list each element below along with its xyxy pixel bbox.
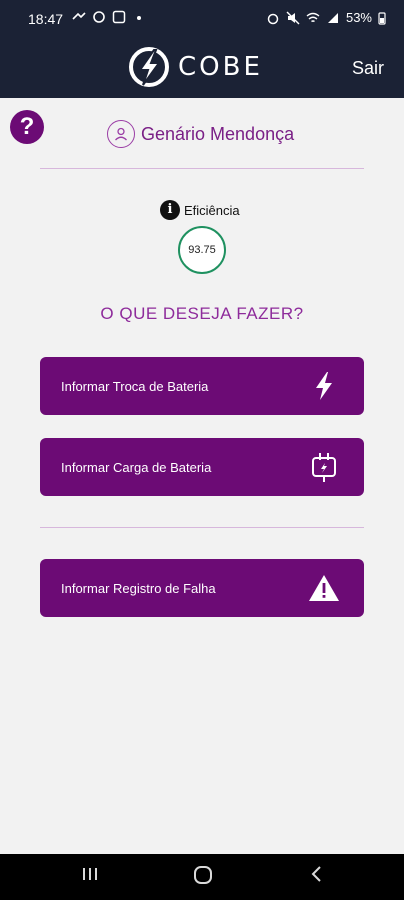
efficiency-label-row: i Eficiência [160, 200, 240, 220]
app-header: 18:47 53% COBE Sair [0, 0, 404, 98]
status-right: 53% [266, 10, 386, 25]
battery-icon [378, 11, 386, 25]
back-icon[interactable] [308, 864, 326, 890]
action-label: Informar Troca de Bateria [61, 378, 209, 394]
divider-bottom [40, 527, 364, 528]
lightning-logo-icon [129, 47, 169, 87]
action-label: Informar Carga de Bateria [61, 459, 212, 475]
user-info: Genário Mendonça [107, 120, 294, 148]
divider-top [40, 168, 364, 169]
status-time: 18:47 [28, 11, 64, 27]
home-icon[interactable] [192, 864, 214, 892]
user-name: Genário Mendonça [141, 123, 295, 144]
image-icon [112, 10, 126, 24]
dot-icon [137, 16, 141, 20]
notification-icon [72, 12, 86, 20]
battery-percentage: 53% [345, 10, 372, 25]
report-failure-button[interactable]: Informar Registro de Falha [40, 559, 364, 617]
report-battery-charge-button[interactable]: Informar Carga de Bateria [40, 438, 364, 496]
report-battery-swap-button[interactable]: Informar Troca de Bateria [40, 357, 364, 415]
signal-icon [327, 12, 338, 23]
cobe-logo: COBE [128, 46, 263, 88]
user-icon [107, 120, 135, 148]
efficiency-badge: 93.75 [178, 226, 226, 274]
recent-apps-icon[interactable] [80, 864, 100, 890]
warning-icon [304, 568, 344, 608]
action-label: Informar Registro de Falha [61, 580, 216, 596]
alarm-icon [267, 13, 279, 24]
system-navigation-bar [0, 854, 404, 900]
help-button[interactable]: ? [10, 110, 44, 144]
bolt-icon [304, 366, 344, 406]
action-prompt: O QUE DESEJA FAZER? [100, 304, 304, 323]
efficiency-label: Eficiência [184, 202, 240, 218]
wifi-icon [306, 12, 320, 22]
cloud-icon [93, 11, 105, 23]
status-bar: 18:47 53% [0, 0, 404, 38]
plug-icon [304, 447, 344, 487]
logout-button[interactable]: Sair [352, 58, 384, 79]
info-icon[interactable]: i [160, 200, 180, 220]
app-name: COBE [178, 52, 263, 82]
mute-icon [286, 11, 300, 24]
efficiency-value: 93.75 [188, 244, 216, 256]
notification-icons [72, 10, 146, 24]
